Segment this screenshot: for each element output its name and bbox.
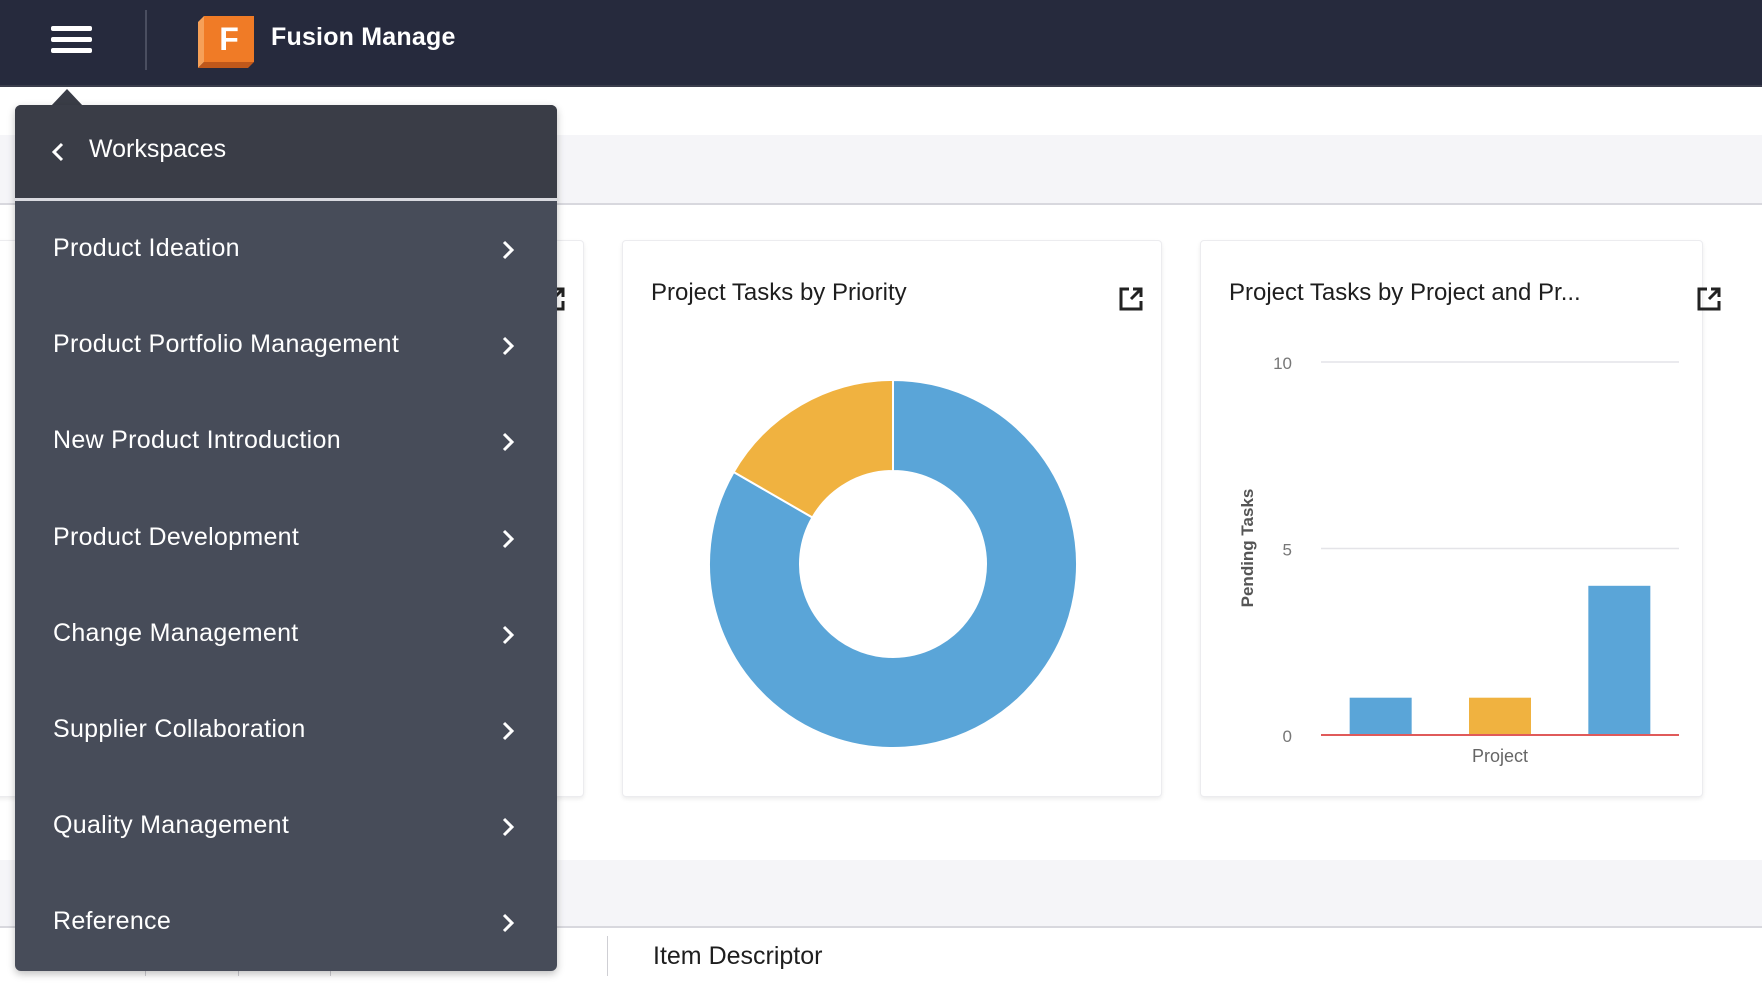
chevron-right-icon bbox=[502, 337, 515, 356]
menu-item-product-portfolio-management[interactable]: Product Portfolio Management bbox=[15, 299, 557, 395]
menu-item-quality-management[interactable]: Quality Management bbox=[15, 780, 557, 876]
bar-2[interactable] bbox=[1469, 697, 1531, 735]
chevron-right-icon bbox=[502, 914, 515, 933]
workspaces-label: Workspaces bbox=[89, 135, 227, 163]
menu-item-label: Product Portfolio Management bbox=[53, 330, 400, 359]
bar-chart: 0 5 10 Project Pending Tasks bbox=[1238, 354, 1679, 766]
menu-item-label: Quality Management bbox=[53, 811, 290, 840]
chevron-right-icon bbox=[502, 721, 515, 741]
menu-caret bbox=[51, 89, 83, 106]
column-header-item-descriptor[interactable]: Item Descriptor bbox=[653, 942, 822, 971]
menu-item-label: New Product Introduction bbox=[53, 426, 341, 455]
y-tick-label: 0 bbox=[1283, 727, 1292, 746]
menu-item-change-management[interactable]: Change Management bbox=[15, 588, 557, 684]
menu-item-new-product-introduction[interactable]: New Product Introduction bbox=[15, 395, 557, 491]
workspaces-back-button[interactable]: Workspaces bbox=[15, 105, 557, 201]
hamburger-line bbox=[51, 37, 92, 42]
menu-item-supplier-collaboration[interactable]: Supplier Collaboration bbox=[15, 684, 557, 780]
x-axis-label: Project bbox=[1472, 746, 1528, 766]
chevron-left-icon bbox=[51, 142, 64, 162]
menu-item-label: Supplier Collaboration bbox=[53, 715, 306, 743]
chevron-right-icon bbox=[502, 240, 515, 260]
chevron-right-icon bbox=[502, 625, 515, 644]
bar-1[interactable] bbox=[1349, 697, 1412, 735]
chevron-right-icon bbox=[502, 818, 515, 837]
bar-3[interactable] bbox=[1588, 585, 1651, 735]
app-title: Fusion Manage bbox=[271, 23, 456, 51]
divider bbox=[145, 10, 147, 70]
y-axis-label: Pending Tasks bbox=[1238, 489, 1257, 608]
menu-item-reference[interactable]: Reference bbox=[15, 876, 557, 971]
top-bar: F Fusion Manage bbox=[0, 0, 1762, 87]
y-tick-label: 10 bbox=[1273, 354, 1292, 373]
menu-item-product-ideation[interactable]: Product Ideation bbox=[15, 203, 557, 299]
chevron-right-icon bbox=[502, 433, 515, 452]
column-divider bbox=[607, 936, 608, 976]
menu-item-label: Product Ideation bbox=[53, 234, 240, 262]
menu-item-label: Reference bbox=[53, 907, 172, 936]
donut-chart bbox=[708, 378, 1078, 749]
workspaces-menu: Workspaces Product Ideation Product Portf… bbox=[15, 105, 557, 971]
logo-letter: F bbox=[219, 21, 239, 57]
chevron-right-icon bbox=[502, 529, 515, 548]
chart-card-tasks-by-project: Project Tasks by Project and Pr... 0 5 10 P… bbox=[1200, 240, 1721, 797]
menu-item-label: Change Management bbox=[53, 618, 299, 647]
hamburger-line bbox=[51, 48, 92, 53]
menu-item-product-development[interactable]: Product Development bbox=[15, 492, 557, 588]
fusion-logo-icon[interactable]: F bbox=[196, 14, 256, 70]
menu-item-label: Product Development bbox=[53, 522, 300, 551]
hamburger-line bbox=[51, 26, 92, 31]
chart-card-tasks-by-priority: Project Tasks by Priority bbox=[622, 240, 1162, 797]
hamburger-menu-button[interactable] bbox=[48, 22, 96, 58]
y-tick-label: 5 bbox=[1283, 541, 1292, 560]
